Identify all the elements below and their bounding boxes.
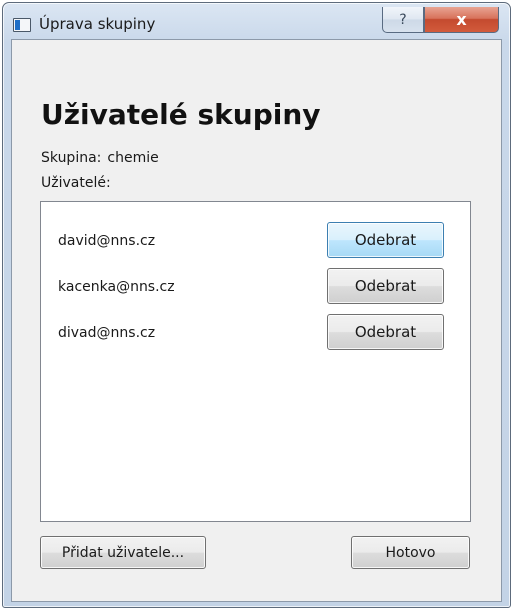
close-icon: x bbox=[456, 10, 467, 29]
help-icon: ? bbox=[399, 11, 407, 28]
window-icon bbox=[13, 18, 31, 32]
remove-user-button[interactable]: Odebrat bbox=[327, 268, 444, 304]
page-title: Uživatelé skupiny bbox=[41, 98, 321, 131]
window-title: Úprava skupiny bbox=[39, 15, 156, 33]
remove-user-button[interactable]: Odebrat bbox=[327, 222, 444, 258]
remove-user-button[interactable]: Odebrat bbox=[327, 314, 444, 350]
user-email: kacenka@nns.cz bbox=[58, 279, 175, 295]
list-item: divad@nns.cz Odebrat bbox=[41, 313, 470, 351]
group-value: chemie bbox=[107, 150, 159, 166]
user-list[interactable]: david@nns.cz Odebrat kacenka@nns.cz Odeb… bbox=[40, 201, 471, 522]
add-user-button[interactable]: Přidat uživatele... bbox=[40, 536, 206, 569]
close-button[interactable]: x bbox=[424, 7, 499, 33]
done-button[interactable]: Hotovo bbox=[351, 536, 470, 569]
user-email: david@nns.cz bbox=[58, 233, 156, 249]
title-bar[interactable]: Úprava skupiny ? x bbox=[3, 3, 510, 39]
group-info: Skupina: chemie bbox=[41, 150, 159, 166]
list-item: kacenka@nns.cz Odebrat bbox=[41, 267, 470, 305]
list-item: david@nns.cz Odebrat bbox=[41, 221, 470, 259]
user-email: divad@nns.cz bbox=[58, 325, 156, 341]
group-label: Skupina: bbox=[41, 150, 102, 166]
help-button[interactable]: ? bbox=[382, 7, 424, 33]
users-label: Uživatelé: bbox=[41, 175, 111, 191]
